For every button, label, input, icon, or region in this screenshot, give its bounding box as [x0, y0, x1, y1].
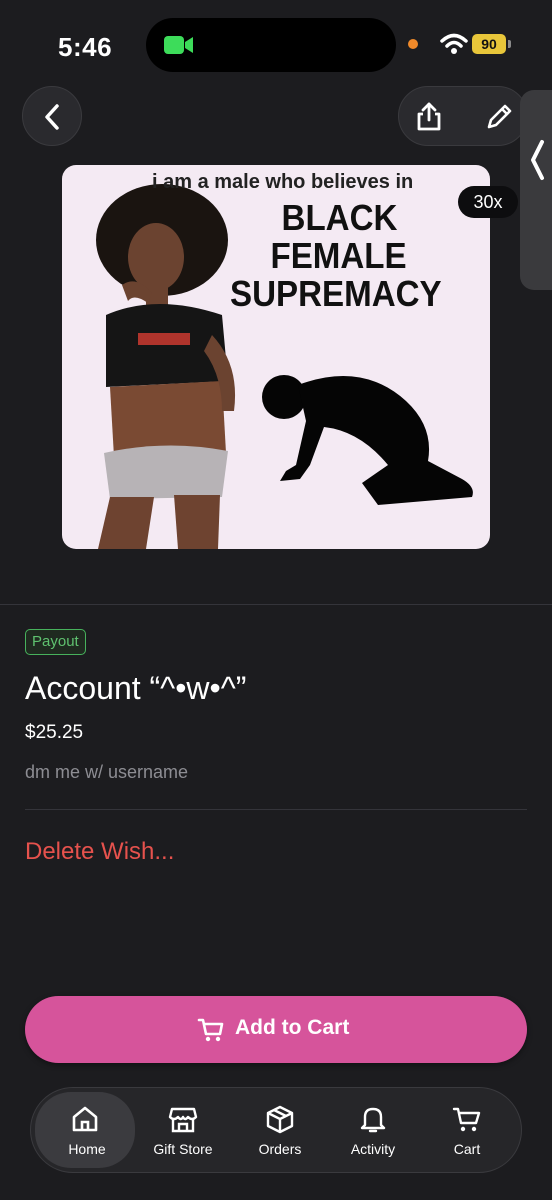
wish-note: dm me w/ username — [25, 762, 189, 782]
back-button[interactable] — [22, 86, 82, 146]
header-actions — [398, 86, 528, 146]
box-icon — [266, 1105, 294, 1134]
tab-label: Cart — [453, 1141, 481, 1157]
tab-label: Orders — [258, 1141, 302, 1157]
status-time: 5:46 — [58, 32, 113, 62]
privacy-indicator-dot — [408, 39, 418, 49]
share-icon[interactable] — [413, 101, 445, 133]
store-icon — [168, 1107, 198, 1133]
meme-caption-small: i am a male who believes in — [152, 171, 414, 193]
dynamic-island — [146, 18, 396, 72]
meme-caption-line: BLACK — [281, 197, 398, 238]
tab-home[interactable]: Home — [31, 1088, 135, 1172]
product-image[interactable]: i am a male who believes in BLACK FEMALE… — [62, 165, 490, 549]
side-drawer-handle[interactable] — [520, 90, 552, 290]
tab-activity[interactable]: Activity — [325, 1088, 421, 1172]
meme-caption-large: BLACK FEMALE SUPREMACY — [230, 199, 460, 313]
tab-gift-store[interactable]: Gift Store — [135, 1088, 231, 1172]
quantity-badge: 30x — [458, 186, 518, 218]
add-to-cart-label: Add to Cart — [235, 1016, 350, 1039]
tab-label: Activity — [350, 1141, 396, 1157]
category-badge: Payout — [25, 629, 86, 655]
battery-nub — [508, 40, 511, 48]
tab-cart[interactable]: Cart — [419, 1088, 515, 1172]
section-divider — [25, 809, 527, 810]
cart-icon — [452, 1107, 481, 1132]
meme-caption-line: SUPREMACY — [230, 273, 442, 314]
status-bar: 5:46 90 — [0, 0, 552, 90]
delete-wish-button[interactable]: Delete Wish... — [25, 838, 174, 866]
battery-level: 90 — [472, 34, 506, 54]
meme-caption-line: FEMALE — [270, 235, 407, 276]
home-icon — [72, 1106, 98, 1132]
wish-price: $25.25 — [25, 722, 84, 743]
video-camera-icon — [164, 36, 193, 54]
cart-icon — [197, 1018, 224, 1042]
tab-label: Home — [68, 1141, 106, 1157]
wish-title: Account “^•w•^” — [25, 670, 247, 706]
chevron-left-icon — [45, 104, 59, 130]
pencil-icon[interactable] — [483, 101, 515, 133]
tab-orders[interactable]: Orders — [232, 1088, 328, 1172]
bell-icon — [360, 1107, 386, 1133]
chevron-left-icon — [531, 140, 544, 180]
section-divider — [0, 604, 552, 605]
add-to-cart-button[interactable]: Add to Cart — [25, 996, 527, 1063]
wifi-icon — [440, 33, 468, 54]
tab-bar: Home Gift Store Orders Activity Cart — [30, 1087, 522, 1173]
tab-label: Gift Store — [153, 1141, 213, 1157]
